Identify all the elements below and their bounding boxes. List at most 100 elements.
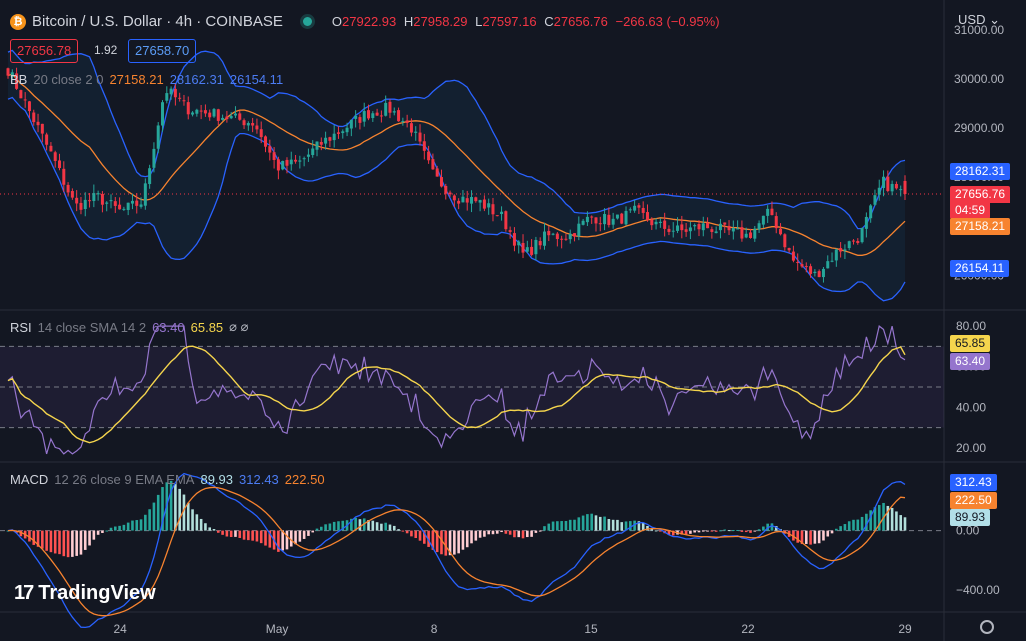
candle-body — [45, 134, 49, 145]
macd-histogram-bar — [547, 523, 551, 531]
macd-histogram-bar — [517, 530, 521, 538]
candle-body — [336, 132, 340, 134]
candle-body — [375, 112, 379, 116]
candle-body — [58, 160, 62, 169]
bitcoin-icon: ₿ — [10, 13, 26, 30]
macd-histogram-bar — [122, 524, 126, 531]
bb-legend[interactable]: BB 20 close 2 0 27158.21 28162.31 26154.… — [10, 72, 283, 87]
candle-body — [79, 202, 83, 210]
candle-body — [714, 231, 718, 234]
candle-body — [311, 148, 315, 156]
candle-body — [723, 222, 727, 225]
candle-body — [169, 88, 173, 95]
bb-basis-value: 27158.21 — [109, 72, 164, 87]
market-status-icon[interactable] — [302, 17, 312, 26]
candle-body — [332, 133, 336, 141]
macd-histogram-bar — [521, 530, 525, 539]
macd-histogram-bar — [470, 530, 473, 544]
macd-histogram-bar — [903, 517, 907, 531]
candle-body — [165, 93, 169, 101]
candle-body — [736, 228, 740, 230]
rsi-params: 14 close SMA 14 2 — [37, 319, 147, 335]
macd-histogram-bar — [332, 521, 336, 531]
candle-body — [886, 176, 890, 192]
candle-body — [478, 200, 482, 203]
macd-histogram-bar — [611, 519, 615, 531]
ohlc-close-label: C — [544, 14, 554, 29]
candle-body — [126, 202, 130, 210]
candle-body — [667, 228, 671, 232]
macd-histogram-bar — [247, 530, 250, 541]
macd-histogram-bar — [556, 521, 559, 531]
hidden-source-icon[interactable]: ⌀ ⌀ — [229, 319, 248, 335]
brand-name: TradingView — [38, 582, 156, 604]
macd-histogram-bar — [204, 523, 207, 531]
macd-histogram-bar — [92, 530, 96, 540]
tradingview-logo[interactable]: 17 TradingView — [14, 582, 156, 605]
macd-histogram-bar — [530, 530, 533, 537]
candle-body — [135, 200, 139, 206]
candle-body — [401, 120, 405, 122]
macd-histogram-bar — [895, 511, 898, 531]
rsi-value: 63.40 — [152, 319, 185, 335]
candle-body — [435, 168, 439, 177]
macd-histogram-bar — [817, 530, 821, 544]
macd-histogram-bar — [839, 526, 842, 531]
bb-lower-tag: 26154.11 — [950, 260, 1010, 277]
candle-body — [718, 223, 722, 231]
candle-body — [555, 233, 559, 240]
countdown-tag: 04:59 — [950, 202, 991, 219]
candle-body — [371, 113, 375, 119]
candle-body — [199, 110, 203, 112]
candle-body — [701, 223, 705, 231]
macd-histogram-bar — [251, 530, 254, 541]
candle-body — [581, 220, 585, 225]
macd-histogram-bar — [581, 515, 585, 531]
candle-body — [306, 154, 310, 157]
rsi-sma-value: 65.85 — [190, 319, 224, 335]
macd-histogram-bar — [337, 521, 340, 531]
candle-body — [268, 146, 272, 153]
ohlc-open-label: O — [331, 14, 343, 29]
macd-histogram-bar — [53, 530, 57, 554]
candle-body — [731, 228, 735, 232]
candle-body — [774, 216, 778, 229]
sell-button[interactable]: 27656.78 — [10, 39, 79, 63]
macd-histogram-bar — [328, 523, 332, 531]
candle-body — [32, 112, 36, 123]
macd-histogram-bar — [753, 530, 757, 532]
candle-body — [143, 183, 147, 206]
buy-button[interactable]: 27658.70 — [128, 39, 197, 63]
candle-body — [482, 199, 486, 209]
macd-histogram-bar — [375, 522, 379, 531]
ohlc-high-value: 27958.29 — [413, 14, 468, 29]
currency-select[interactable]: USD ⌄ — [958, 12, 1000, 28]
bb-basis-tag: 27158.21 — [950, 218, 1011, 235]
candle-body — [856, 241, 860, 244]
macd-histogram-bar — [598, 516, 602, 531]
symbol-title[interactable]: Bitcoin / U.S. Dollar · 4h · COINBASE — [32, 13, 283, 30]
candle-body — [444, 185, 448, 194]
symbol-header[interactable]: ₿ Bitcoin / U.S. Dollar · 4h · COINBASE … — [10, 13, 724, 30]
macd-histogram-bar — [101, 530, 104, 533]
rsi-legend[interactable]: RSI 14 close SMA 14 2 63.40 65.85 ⌀ ⌀ — [10, 319, 248, 335]
settings-icon[interactable] — [980, 620, 994, 634]
candle-body — [242, 120, 246, 126]
macd-histogram-bar — [586, 514, 589, 531]
candle-body — [195, 109, 199, 114]
candle-body — [697, 224, 701, 230]
candle-body — [414, 131, 418, 133]
ohlc-values: O27922.93 H27958.29 L27597.16 C27656.76 … — [332, 14, 724, 29]
macd-histogram-bar — [414, 530, 418, 539]
macd-value: 312.43 — [239, 472, 279, 487]
candle-body — [628, 209, 632, 211]
time-tick-label: 24 — [113, 622, 127, 636]
macd-histogram-bar — [899, 515, 903, 531]
candle-body — [800, 264, 804, 267]
macd-histogram-bar — [131, 520, 134, 531]
macd-histogram-bar — [813, 530, 817, 544]
macd-histogram-bar — [88, 530, 91, 546]
macd-histogram-bar — [504, 530, 508, 534]
macd-legend[interactable]: MACD 12 26 close 9 EMA EMA 89.93 312.43 … — [10, 472, 325, 487]
candle-body — [633, 205, 637, 211]
